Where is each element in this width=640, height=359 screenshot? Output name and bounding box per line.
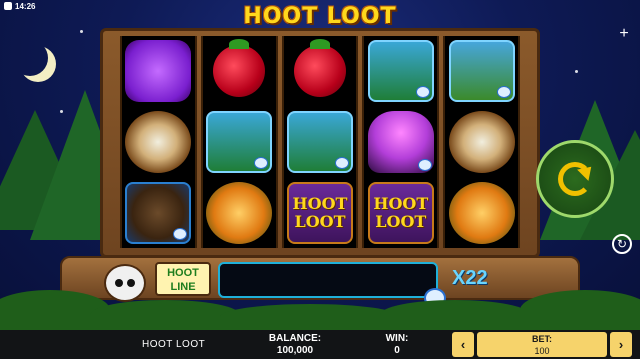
game-name: HOOT LOOT xyxy=(142,339,206,350)
reel-cell xyxy=(122,107,195,178)
leaf-icon xyxy=(206,181,273,244)
star-icon xyxy=(80,30,83,33)
reel-4: HOOT LOOT xyxy=(362,36,440,248)
reel-cell xyxy=(284,36,357,107)
wild-icon: HOOT LOOT xyxy=(286,181,353,244)
reel-cell xyxy=(203,107,276,178)
plus-icon[interactable]: + xyxy=(616,26,632,42)
nest-icon xyxy=(448,110,515,173)
reel-grid: HOOT LOOT HOOT LOOT xyxy=(120,36,520,248)
spin-icon xyxy=(558,162,592,196)
reel-cell xyxy=(445,107,518,178)
bet-decrease-button[interactable]: ‹ xyxy=(452,332,474,357)
autoplay-button[interactable]: ↻ xyxy=(612,234,632,254)
owl-badge-icon xyxy=(334,156,349,169)
nest-icon xyxy=(125,110,192,173)
symbol-label: HOOT LOOT xyxy=(373,194,429,231)
win-display: WIN: 0 xyxy=(385,333,409,356)
fox-icon xyxy=(367,40,434,103)
bottom-bar: HOOT LOOT BALANCE: 100,000 WIN: 0 ‹ BET:… xyxy=(0,330,640,359)
reel-cell xyxy=(364,36,437,107)
reel-cell xyxy=(203,177,276,248)
bear-icon xyxy=(206,110,273,173)
balance-display: BALANCE: 100,000 xyxy=(268,333,322,356)
reel-cell xyxy=(203,36,276,107)
reel-cell xyxy=(122,177,195,248)
bear-icon xyxy=(286,110,353,173)
moose-icon xyxy=(448,40,515,103)
bush xyxy=(90,300,240,330)
reel-cell xyxy=(445,36,518,107)
wild-icon: HOOT LOOT xyxy=(367,181,434,244)
game-logo: HOOT LOOT xyxy=(243,4,397,29)
reel-cell: HOOT LOOT xyxy=(284,177,357,248)
reel-cell xyxy=(122,36,195,107)
owl-badge-icon xyxy=(417,158,432,171)
multiplier-value: X22 xyxy=(452,267,488,289)
reel-cell xyxy=(364,107,437,178)
porcupine-icon xyxy=(125,181,192,244)
hoot-line-display xyxy=(218,262,438,298)
bet-control: ‹ BET: 100 › xyxy=(452,332,632,357)
owl-badge-icon xyxy=(415,86,430,99)
owl-mascot-icon xyxy=(104,264,146,302)
hoot-line-label: HOOT LINE xyxy=(155,262,211,296)
raspberry-icon xyxy=(293,39,346,98)
moon-icon xyxy=(12,40,48,76)
bet-increase-button[interactable]: › xyxy=(610,332,632,357)
bet-display: BET: 100 xyxy=(477,332,607,357)
symbol-label: HOOT LOOT xyxy=(292,194,348,231)
reel-1 xyxy=(120,36,197,248)
bush xyxy=(220,304,400,330)
reel-cell xyxy=(445,177,518,248)
owl-badge-icon xyxy=(496,86,511,99)
paw-icon xyxy=(125,40,192,103)
leaf-icon xyxy=(448,181,515,244)
owl-badge-icon xyxy=(173,227,188,240)
spin-button[interactable] xyxy=(536,140,614,218)
mushroom-icon xyxy=(367,110,434,173)
reel-cell xyxy=(284,107,357,178)
game-stage: 14:26 HOOT LOOT + HOOT LOOT HOOT LOOT ↻ H… xyxy=(0,0,640,330)
bush xyxy=(520,290,640,330)
reel-3: HOOT LOOT xyxy=(281,36,359,248)
star-icon xyxy=(575,70,578,73)
raspberry-icon xyxy=(213,39,266,98)
bush xyxy=(380,300,530,330)
owl-badge-icon xyxy=(254,156,269,169)
reel-cell: HOOT LOOT xyxy=(364,177,437,248)
reel-2 xyxy=(200,36,278,248)
reel-5 xyxy=(443,36,520,248)
